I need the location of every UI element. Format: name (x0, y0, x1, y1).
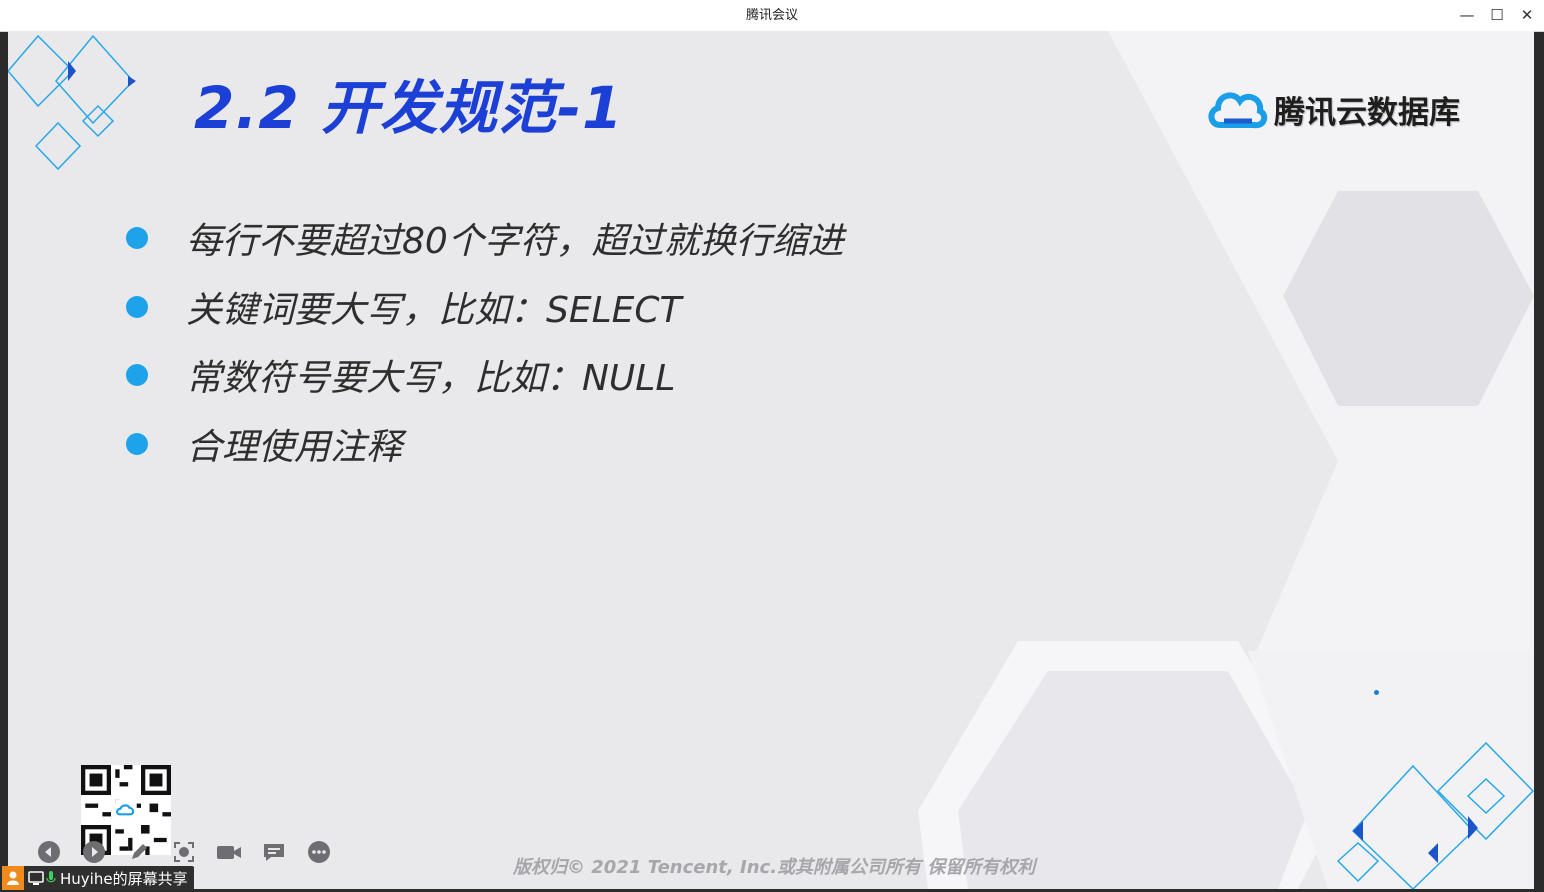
share-label: Huyihe的屏幕共享 (60, 869, 188, 888)
maximize-button[interactable]: ☐ (1482, 0, 1512, 31)
more-icon[interactable] (306, 839, 332, 865)
chat-icon[interactable] (261, 839, 287, 865)
brand-logo: 腾讯云数据库 (1206, 81, 1460, 137)
cloud-logo-icon (1208, 92, 1268, 129)
list-item: 每行不要超过80个字符，超过就换行缩进 (126, 213, 844, 263)
bullet-text: 合理使用注释 (186, 427, 403, 468)
presentation-toolbar (36, 839, 351, 865)
decorative-dot (1374, 690, 1379, 695)
slide-title: 2.2 开发规范-1 (194, 74, 624, 142)
copyright-text: 版权归© 2021 Tencent, Inc.或其附属公司所有 保留所有权利 (513, 857, 1036, 878)
minimize-button[interactable]: — (1452, 0, 1482, 31)
prev-icon[interactable] (36, 839, 62, 865)
window-titlebar: 腾讯会议 — ☐ ✕ (0, 0, 1544, 32)
list-item: 关键词要大写，比如：SELECT (126, 282, 682, 332)
camera-icon[interactable] (216, 839, 242, 865)
brand-name: 腾讯云数据库 (1274, 94, 1460, 131)
bullet-text: 常数符号要大写，比如：NULL (186, 358, 676, 399)
bullet-dot-icon (126, 433, 148, 455)
shared-slide: 2.2 开发规范-1 腾讯云数据库 每行不要超过80个字符，超过就换行缩进 关键… (8, 31, 1534, 889)
close-button[interactable]: ✕ (1512, 0, 1542, 31)
bullet-text: 关键词要大写，比如：SELECT (186, 290, 682, 331)
bullet-dot-icon (126, 227, 148, 249)
next-icon[interactable] (81, 839, 107, 865)
bullet-dot-icon (126, 364, 148, 386)
bullet-dot-icon (126, 296, 148, 318)
screen-share-icon (28, 871, 44, 885)
list-item: 常数符号要大写，比如：NULL (126, 350, 675, 400)
pen-icon[interactable] (126, 839, 152, 865)
list-item: 合理使用注释 (126, 419, 402, 469)
person-icon (2, 866, 24, 890)
window-title: 腾讯会议 (745, 8, 798, 23)
screenshot-icon[interactable] (171, 839, 197, 865)
microphone-icon (46, 871, 56, 883)
bullet-text: 每行不要超过80个字符，超过就换行缩进 (186, 221, 844, 262)
screen-share-badge: Huyihe的屏幕共享 (2, 866, 194, 890)
